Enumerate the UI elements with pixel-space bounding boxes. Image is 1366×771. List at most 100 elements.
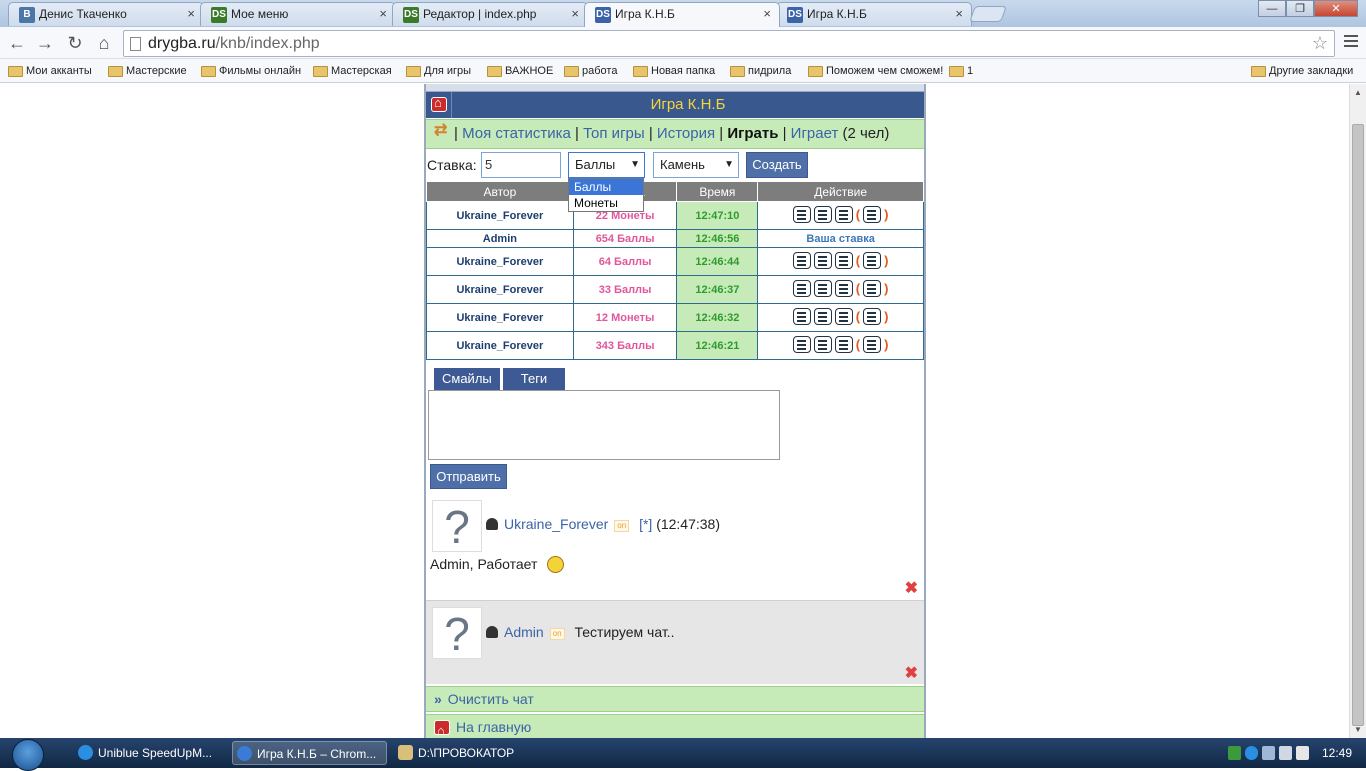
taskbar-item-folder[interactable]: D:\ПРОВОКАТОР xyxy=(394,741,544,765)
bookmark-item[interactable]: ВАЖНОЕ xyxy=(485,62,553,80)
scroll-down-icon[interactable]: ▼ xyxy=(1354,725,1362,734)
taskbar-clock[interactable]: 12:49 xyxy=(1322,738,1352,768)
forward-icon[interactable]: → xyxy=(34,32,56,54)
scroll-up-icon[interactable]: ▲ xyxy=(1354,88,1362,97)
new-tab-button[interactable] xyxy=(969,6,1007,22)
home-icon[interactable]: ⌂ xyxy=(93,32,115,54)
delete-post-icon[interactable]: ✖ xyxy=(905,578,918,598)
power-icon[interactable] xyxy=(1296,746,1309,760)
folder-icon xyxy=(406,66,421,77)
scissors-hand-icon[interactable] xyxy=(813,307,832,325)
scissors-hand-icon[interactable] xyxy=(813,251,832,269)
rock-hand-icon[interactable] xyxy=(792,335,811,353)
taskbar-item-uniblue[interactable]: Uniblue SpeedUpM... xyxy=(74,741,224,765)
send-button[interactable]: Отправить xyxy=(430,464,507,489)
paper-hand-icon[interactable] xyxy=(834,251,853,269)
scissors-hand-icon[interactable] xyxy=(813,335,832,353)
network-icon[interactable] xyxy=(1262,746,1275,760)
rock-hand-icon[interactable] xyxy=(792,307,811,325)
create-bet-button[interactable]: Создать xyxy=(746,152,808,178)
row-actions: () xyxy=(757,331,924,360)
browser-tab[interactable]: DS Игра К.Н.Б × xyxy=(776,2,972,26)
menu-history-link[interactable]: История xyxy=(657,125,715,142)
bookmark-item[interactable]: Новая папка xyxy=(631,62,715,80)
bookmark-item[interactable]: Мастерская xyxy=(311,62,392,80)
paper-hand-icon[interactable] xyxy=(834,279,853,297)
taskbar-item-chrome[interactable]: Игра К.Н.Б – Chrom... xyxy=(232,741,387,765)
delete-post-icon[interactable]: ✖ xyxy=(905,663,918,683)
currency-select[interactable]: Баллы ▼ xyxy=(568,152,645,178)
close-tab-icon[interactable]: × xyxy=(379,3,387,25)
browser-tab[interactable]: DS Игра К.Н.Б × xyxy=(584,2,780,27)
opponent-hand-icon xyxy=(863,205,882,223)
browser-tab[interactable]: DS Редактор | index.php × xyxy=(392,2,588,26)
rock-hand-icon[interactable] xyxy=(792,205,811,223)
reload-icon[interactable]: ↻ xyxy=(64,32,86,54)
header-home-button[interactable] xyxy=(426,92,452,118)
rock-hand-icon[interactable] xyxy=(792,279,811,297)
close-tab-icon[interactable]: × xyxy=(571,3,579,25)
currency-selected: Баллы xyxy=(575,157,616,172)
scissors-hand-icon[interactable] xyxy=(813,205,832,223)
start-button[interactable] xyxy=(12,739,44,771)
rock-hand-icon[interactable] xyxy=(792,251,811,269)
close-tab-icon[interactable]: × xyxy=(187,3,195,25)
menu-playing-link[interactable]: Играет xyxy=(791,125,839,142)
clear-chat-link[interactable]: » Очистить чат xyxy=(426,686,924,712)
top-nav-strip xyxy=(426,84,924,92)
browser-tab[interactable]: В Денис Ткаченко × xyxy=(8,2,204,26)
reply-marker[interactable]: [*] xyxy=(639,516,652,532)
bookmark-star-icon[interactable]: ☆ xyxy=(1312,31,1328,56)
house-icon xyxy=(434,718,450,738)
row-amount: 64 Баллы xyxy=(572,247,678,276)
bookmark-item[interactable]: Фильмы онлайн xyxy=(199,62,301,80)
restore-button[interactable]: ❐ xyxy=(1286,0,1314,17)
row-author: Admin xyxy=(426,229,574,248)
bookmark-label: Поможем чем сможем! xyxy=(826,65,944,77)
close-tab-icon[interactable]: × xyxy=(763,3,771,25)
grin-smiley-icon xyxy=(547,556,565,573)
other-bookmarks[interactable]: Другие закладки xyxy=(1249,62,1353,80)
close-tab-icon[interactable]: × xyxy=(955,3,963,25)
bookmark-label: пидрила xyxy=(748,65,792,77)
menu-top-link[interactable]: Топ игры xyxy=(583,125,645,142)
close-window-button[interactable]: ✕ xyxy=(1314,0,1358,17)
currency-option[interactable]: Баллы xyxy=(569,179,643,195)
bookmark-item[interactable]: Поможем чем сможем! xyxy=(806,62,943,80)
paper-hand-icon[interactable] xyxy=(834,307,853,325)
home-link[interactable]: На главную xyxy=(426,714,924,738)
row-amount: 343 Баллы xyxy=(572,331,678,360)
tab-smiles[interactable]: Смайлы xyxy=(434,368,500,390)
table-row: Ukraine_Forever 12 Монеты 12:46:32() xyxy=(426,303,924,332)
volume-icon[interactable] xyxy=(1279,746,1292,760)
bookmark-item[interactable]: Мои акканты xyxy=(6,62,92,80)
paper-hand-icon[interactable] xyxy=(834,335,853,353)
bookmark-item[interactable]: работа xyxy=(562,62,617,80)
move-select[interactable]: Камень ▼ xyxy=(653,152,739,178)
post-meta: Admin on Тестируем чат.. xyxy=(486,624,674,640)
menu-stats-link[interactable]: Моя статистика xyxy=(462,125,571,142)
post-username[interactable]: Admin xyxy=(504,624,544,640)
row-author: Ukraine_Forever xyxy=(426,247,574,276)
stake-input[interactable]: 5 xyxy=(481,152,561,178)
back-icon[interactable]: ← xyxy=(6,32,28,54)
scroll-thumb[interactable] xyxy=(1352,124,1364,726)
tray-app-icon[interactable] xyxy=(1228,746,1241,760)
bookmark-item[interactable]: Мастерские xyxy=(106,62,187,80)
chat-message-input[interactable] xyxy=(428,390,780,460)
bookmark-item[interactable]: Для игры xyxy=(404,62,471,80)
address-bar[interactable]: drygba.ru/knb/index.php ☆ xyxy=(123,30,1335,57)
currency-option[interactable]: Монеты xyxy=(569,195,643,211)
chrome-menu-icon[interactable] xyxy=(1344,35,1358,50)
minimize-button[interactable]: — xyxy=(1258,0,1286,17)
tray-speedup-icon[interactable] xyxy=(1245,746,1258,760)
browser-tab[interactable]: DS Мое меню × xyxy=(200,2,396,26)
bookmark-item[interactable]: пидрила xyxy=(728,62,791,80)
tab-tags[interactable]: Теги xyxy=(502,368,566,390)
bookmark-item[interactable]: 1 xyxy=(947,62,973,80)
page-scrollbar[interactable]: ▲ ▼ xyxy=(1349,84,1366,738)
post-username[interactable]: Ukraine_Forever xyxy=(504,516,608,532)
bookmark-label: Мастерская xyxy=(331,65,392,77)
scissors-hand-icon[interactable] xyxy=(813,279,832,297)
paper-hand-icon[interactable] xyxy=(834,205,853,223)
